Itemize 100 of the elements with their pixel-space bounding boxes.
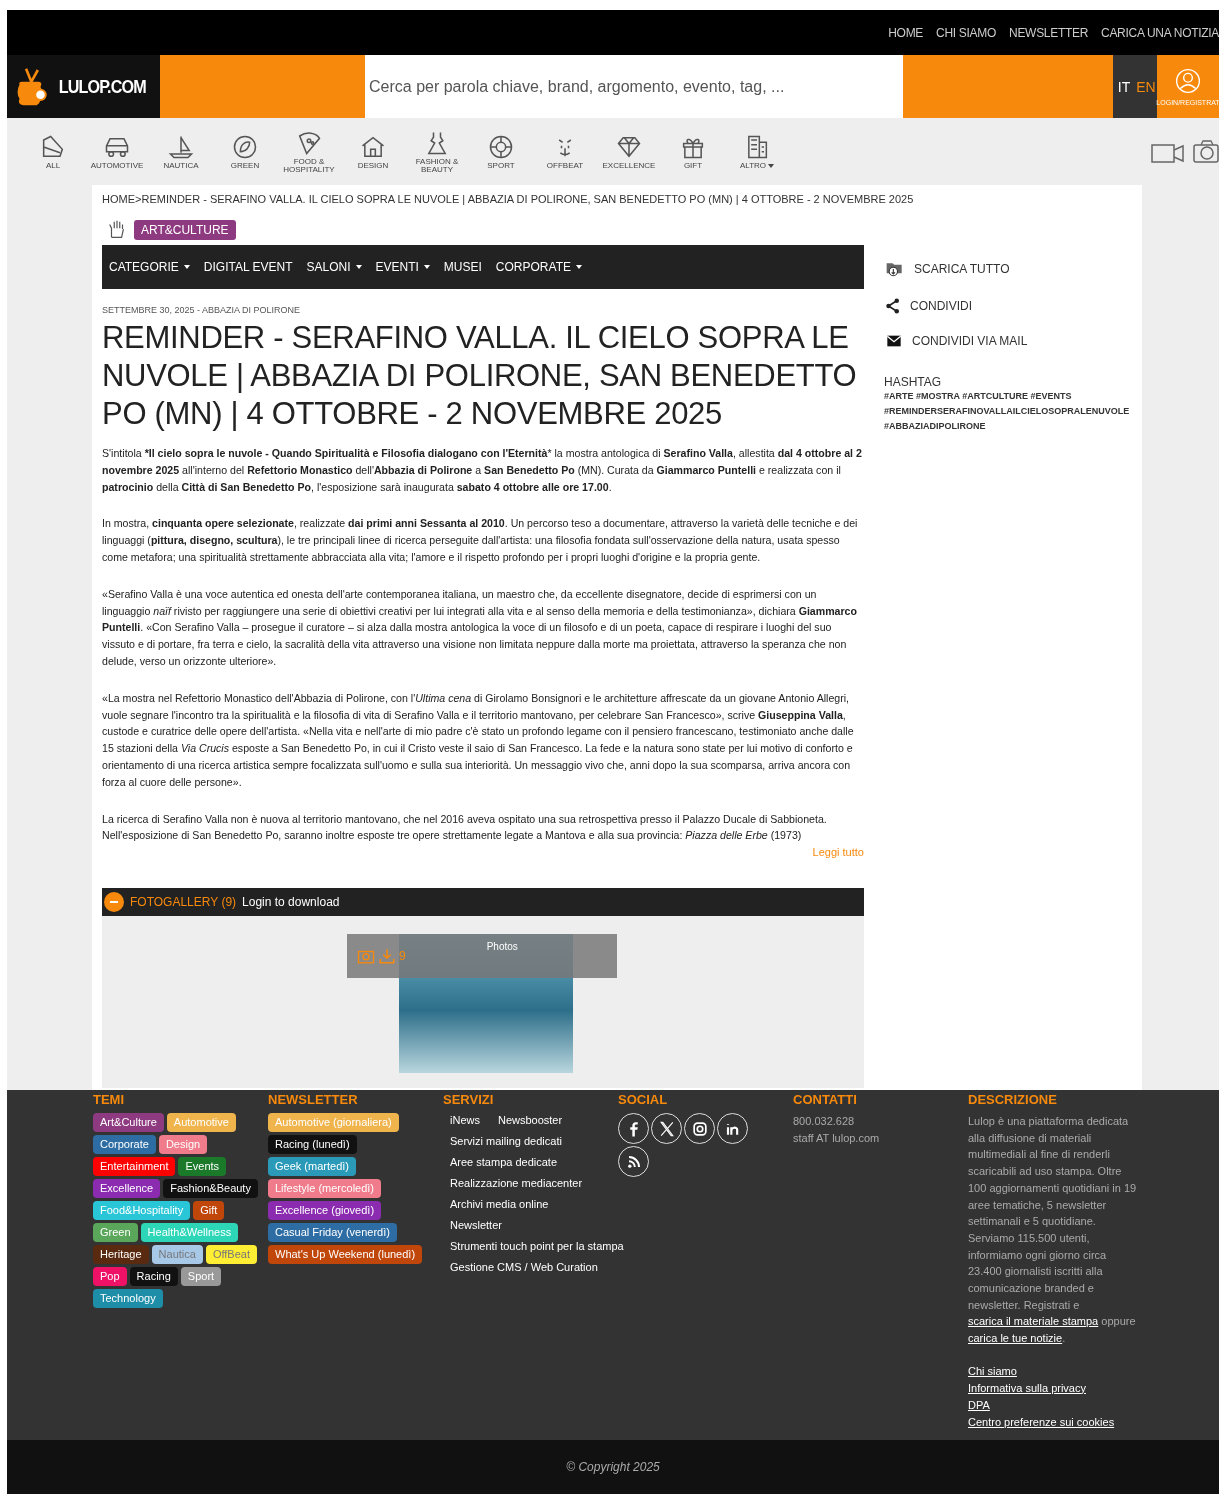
hashtag-title: HASHTAG	[883, 375, 943, 389]
footer-heading: SERVIZI	[443, 1092, 495, 1107]
photos-label: Photos	[486, 940, 518, 952]
contact-text: staff AT lulop.com	[793, 1131, 881, 1146]
tag-link[interactable]: Fashion&Beauty	[163, 1179, 258, 1198]
search-field[interactable]: Cerca per parola chiave, brand, argomento, evento, tag, ...	[365, 55, 903, 118]
article-paragraph: La ricerca di Serafino Valla non è nuova al territorio mantovano, che nel 2016 aveva ospitato una sua retrospettiva presso il Palazzo Ducale di Sabbioneta. Nell'esposizione di San Benedetto Po, saranno inoltre esposte tre opere strettamente legate a Mantova e alla sua provincia: Piazza delle Erbe (1973)	[102, 811, 828, 844]
tag-link[interactable]: OffBeat	[205, 1245, 257, 1264]
footer-heading: TEMI	[93, 1092, 126, 1107]
footer-link[interactable]: Chi siamo	[968, 1362, 1017, 1380]
category-link[interactable]: SPORT	[487, 162, 515, 170]
footer-heading: NEWSLETTER	[268, 1092, 359, 1107]
service-link[interactable]: Newsletter	[450, 1218, 502, 1233]
login-link[interactable]: Login to download	[242, 895, 340, 910]
language-button[interactable]: IT	[1113, 55, 1135, 118]
category-badge[interactable]: ART&CULTURE	[134, 220, 236, 240]
leaf-circle-icon	[231, 133, 259, 161]
tag-link[interactable]: Events	[178, 1157, 227, 1176]
top-nav-link[interactable]: CHI SIAMO	[936, 25, 997, 40]
tag-link[interactable]: Racing (lunedì)	[268, 1135, 357, 1154]
footer-link[interactable]: Informativa sulla privacy	[968, 1379, 1086, 1397]
hashtag-line[interactable]: #REMINDERSERAFINOVALLAILCIELOSOPRALENUVOLE	[883, 404, 1132, 419]
category-link[interactable]: EXCELLENCE	[602, 162, 656, 170]
site-logo[interactable]: LULOP.COM	[7, 55, 160, 118]
tag-link[interactable]: Art&Culture	[93, 1113, 164, 1132]
share-action-link[interactable]: CONDIVIDI VIA MAIL	[911, 334, 1028, 348]
category-link[interactable]: ALL	[45, 162, 61, 170]
share-action-link[interactable]: SCARICA TUTTO	[913, 262, 1010, 276]
service-link[interactable]: Realizzazione mediacenter	[450, 1176, 583, 1191]
menu-item[interactable]: EVENTI	[375, 260, 430, 274]
article-paragraph: «Serafino Valla è una voce autentica ed onesta dell'arte contemporanea italiana, un maestro che, da eccellente disegnatore, decide di esprimersi con un linguaggio naïf rivisto per raggiungere una serie di obiettivi creativi per lui integrati alla vita e al senso della memoria e della testimonianza», dichiara Giammarco Puntelli. «Con Serafino Valla – prosegue il curatore – si alza dalla mostra antologica la voce di un filosofo e di un poeta, capace di respirare i luoghi del suo vissuto e di portare, fra terra e cielo, la sacralità della vita attraverso una visione non limitata neppure dalla morte ma proiettata, attraverso la speranza che non delude, verso un orizzonte ulteriore».	[102, 586, 858, 669]
article-paragraph: «La mostra nel Refettorio Monastico dell'Abbazia di Polirone, con l'Ultima cena di Girolamo Bonsignori e le architetture affrescate da un giovane Antonio Allegri, vuole segnare l'incontro tra la spiritualità e la filosofia di vita di Serafino Valla e il territorio mantovano, per celebrare San Francesco», scrive Giuseppina Valla, custode e curatrice delle opere dell'artista. «Nella vita e nell'arte di mio padre c'è stato un profondo legame con il pensiero francescano, testimoniato anche dalle 15 stazioni della Via Crucis esposte a San Benedetto Po, in cui il Cristo veste il saio di San Francesco. La fede e la natura sono state per lui motivo di conforto e orientamento di una ricerca artistica sempre focalizzata sull'uomo e sulla sua interiorità. Un messaggio vivo che, anni dopo la sua scomparsa, arriva ancora con forza al cuore delle persone».	[102, 690, 855, 790]
hashtag-line[interactable]: #ARTE #MOSTRA #ARTCULTURE #EVENTS	[883, 389, 1132, 404]
tag-link[interactable]: What's Up Weekend (lunedì)	[268, 1245, 423, 1264]
caret-icon	[576, 265, 582, 269]
language-button[interactable]: EN	[1135, 55, 1157, 118]
footer-heading: DESCRIZIONE	[968, 1092, 1058, 1107]
share-action-link[interactable]: CONDIVIDI	[909, 299, 972, 313]
breadcrumb-separator: >	[135, 193, 142, 205]
menu-item[interactable]: CORPORATE	[495, 260, 582, 274]
top-nav-link[interactable]: HOME	[888, 25, 924, 40]
caret-icon	[423, 265, 430, 269]
top-nav-link[interactable]: CARICA UNA NOTIZIA	[1101, 25, 1219, 40]
article-title: REMINDER - SERAFINO VALLA. IL CIELO SOPRA LE NUVOLE | ABBAZIA DI POLIRONE, SAN BENEDETTO PO (MN) | 4 OTTOBRE - 2 NOVEMBRE 2025	[102, 319, 858, 433]
description-paragraph: Lulop è una piattaforma dedicata alla diffusione di materiali multimediali al fine di renderli scaricabili ad uso stampa. Oltre 100 aggiornamenti quotidiani in 19 aree tematiche, 5 newsletter settimanali e 5 quotidiane. Serviamo 115.500 utenti, informiamo ogni giorno circa 23.400 giornalisti iscritti alla comunicazione branded e newsletter. Registrati e scarica il materiale stampa oppure carica le tue notizie.	[968, 1114, 1138, 1347]
article-meta: SETTEMBRE 30, 2025 - ABBAZIA DI POLIRONE	[102, 305, 302, 315]
tag-link[interactable]: Heritage	[93, 1245, 149, 1264]
category-link[interactable]: OFFBEAT	[546, 162, 584, 170]
ball-icon	[487, 133, 515, 161]
breadcrumb-link[interactable]: HOME	[102, 193, 135, 205]
download-icon	[378, 947, 396, 966]
footer-link[interactable]: DPA	[968, 1396, 990, 1414]
caret-icon	[355, 265, 362, 269]
collapse-button[interactable]	[104, 892, 124, 913]
footer-link[interactable]: Centro preferenze sui cookies	[968, 1413, 1115, 1431]
service-link[interactable]: Servizi mailing dedicati	[450, 1134, 562, 1149]
tag-link[interactable]: Pop	[93, 1267, 127, 1286]
tag-link[interactable]: Technology	[93, 1289, 163, 1308]
tag-link[interactable]: Corporate	[93, 1135, 156, 1154]
menu-item[interactable]: SALONI	[306, 260, 362, 274]
service-link[interactable]: Gestione CMS / Web Curation	[450, 1260, 598, 1275]
tag-link[interactable]: Casual Friday (venerdì)	[268, 1223, 397, 1242]
article-paragraph: S'intitola *Il cielo sopra le nuvole - Quando Spiritualità e Filosofia dialogano con l'Eternità* la mostra antologica di Serafino Valla, allestita dal 4 ottobre al 2 novembre 2025 all'interno del Refettorio Monastico dell'Abbazia di Polirone a San Benedetto Po (MN). Curata da Giammarco Puntelli e realizzata con il patrocinio della Città di San Benedetto Po, l'esposizione sarà inaugurata sabato 4 ottobre alle ore 17.00.	[102, 446, 863, 495]
copyright-text: © Copyright 2025	[566, 1460, 660, 1474]
category-link[interactable]: FOOD & HOSPITALITY	[279, 158, 339, 174]
category-link[interactable]: AUTOMOTIVE	[90, 162, 144, 170]
service-link[interactable]: Archivi media online	[450, 1197, 549, 1212]
footer-heading: SOCIAL	[618, 1092, 669, 1107]
caret-icon	[183, 265, 190, 269]
footer-heading: CONTATTI	[793, 1092, 858, 1107]
tag-link[interactable]: Gift	[193, 1201, 225, 1220]
menu-item[interactable]: DIGITAL EVENT	[203, 260, 293, 274]
description-link[interactable]: carica le tue notizie	[968, 1332, 1063, 1345]
tag-link[interactable]: Entertainment	[93, 1157, 176, 1176]
camera-icon	[1193, 138, 1219, 165]
category-link[interactable]: FASHION & BEAUTY	[407, 158, 467, 174]
menu-item[interactable]: MUSEI	[443, 260, 482, 274]
service-link[interactable]: Aree stampa dedicate	[450, 1155, 557, 1170]
category-link[interactable]: DESIGN	[357, 162, 389, 170]
contact-text: 800.032.628	[793, 1114, 856, 1129]
tag-link[interactable]: Excellence	[93, 1179, 161, 1198]
description-link[interactable]: scarica il materiale stampa	[968, 1315, 1099, 1328]
top-nav-link[interactable]: NEWSLETTER	[1009, 25, 1089, 40]
service-link[interactable]: Strumenti touch point per la stampa	[450, 1239, 624, 1254]
gallery-title: FOTOGALLERY (9)	[130, 895, 237, 910]
category-link[interactable]: GIFT	[683, 162, 703, 170]
share-icon	[883, 297, 902, 315]
tag-link[interactable]: Excellence (giovedì)	[268, 1201, 382, 1220]
service-link[interactable]: Newsbooster	[497, 1113, 563, 1128]
caret-icon	[768, 164, 775, 168]
user-circle-icon	[1175, 67, 1201, 94]
category-link[interactable]: GREEN	[230, 162, 260, 170]
breadcrumb-current: REMINDER - SERAFINO VALLA. IL CIELO SOPRA LE NUVOLE | ABBAZIA DI POLIRONE, SAN BENEDETTO PO (MN) | 4 OTTOBRE - 2 NOVEMBRE 2025	[141, 193, 914, 205]
tag-link[interactable]: Racing	[129, 1267, 178, 1286]
menu-item[interactable]: CATEGORIE	[109, 260, 190, 274]
service-link[interactable]: iNews	[450, 1113, 480, 1128]
category-link[interactable]: NAUTICA	[163, 162, 199, 170]
photo-count: 9	[399, 949, 406, 964]
hashtag-line[interactable]: #ABBAZIADIPOLIRONE	[883, 419, 1132, 434]
category-link[interactable]: ALTRO	[739, 162, 775, 170]
